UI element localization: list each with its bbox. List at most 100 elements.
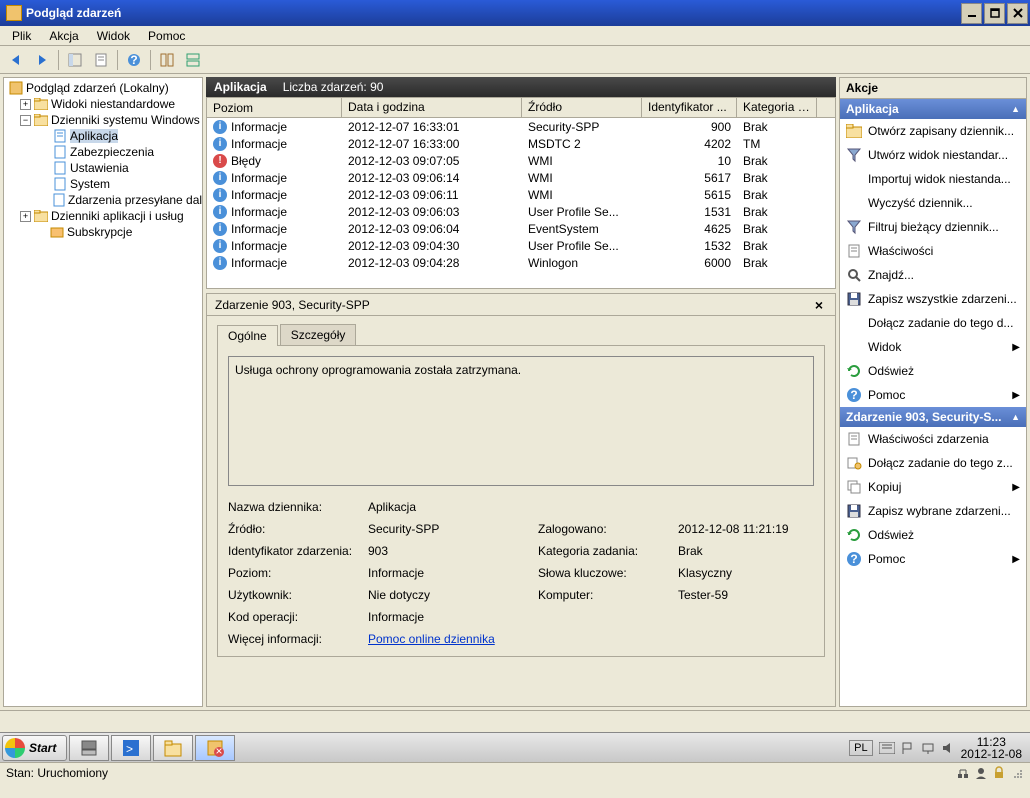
action-item[interactable]: Zapisz wybrane zdarzeni... [840,499,1026,523]
minimize-button[interactable] [961,3,982,24]
action-item[interactable]: ?Pomoc▶ [840,383,1026,407]
col-category[interactable]: Kategoria zad... [737,98,817,117]
action-item[interactable]: Filtruj bieżący dziennik... [840,215,1026,239]
grid-body[interactable]: iInformacje2012-12-07 16:33:01Security-S… [207,118,835,288]
toolbar-layout1-button[interactable] [155,48,179,72]
tree-security[interactable]: Zabezpieczenia [6,144,200,160]
value-user: Nie dotyczy [368,588,538,602]
toolbar-layout2-button[interactable] [181,48,205,72]
close-button[interactable] [1007,3,1028,24]
action-item[interactable]: Właściwości [840,239,1026,263]
action-item[interactable]: Importuj widok niestanda... [840,167,1026,191]
tree-subscriptions[interactable]: Subskrypcje [6,224,200,240]
col-date[interactable]: Data i godzina [342,98,522,117]
tray-volume-icon[interactable] [941,741,955,755]
action-item[interactable]: Odśwież [840,523,1026,547]
taskbar-app-eventviewer[interactable]: × [195,735,235,761]
table-row[interactable]: iInformacje2012-12-03 09:04:28Winlogon60… [207,254,835,271]
tree-root[interactable]: Podgląd zdarzeń (Lokalny) [6,80,200,96]
action-item[interactable]: Utwórz widok niestandar... [840,143,1026,167]
info-icon: i [213,137,227,151]
action-item[interactable]: Dołącz zadanie do tego d... [840,311,1026,335]
action-item[interactable]: Zapisz wszystkie zdarzeni... [840,287,1026,311]
tray-flag-icon[interactable] [901,741,915,755]
action-item[interactable]: Odśwież [840,359,1026,383]
action-item[interactable]: Znajdź... [840,263,1026,287]
col-level[interactable]: Poziom [207,98,342,117]
status-resize-grip[interactable] [1010,766,1024,780]
tree-panel: Podgląd zdarzeń (Lokalny) + Widoki niest… [3,77,203,707]
help-icon: ? [846,551,862,567]
tray-clock[interactable]: 11:23 2012-12-08 [961,736,1022,760]
action-item[interactable]: Kopiuj▶ [840,475,1026,499]
blank-icon [846,171,862,187]
table-row[interactable]: iInformacje2012-12-03 09:04:30User Profi… [207,237,835,254]
action-item[interactable]: Widok▶ [840,335,1026,359]
action-item[interactable]: Właściwości zdarzenia [840,427,1026,451]
chevron-right-icon: ▶ [1012,482,1020,493]
tree-custom-views[interactable]: + Widoki niestandardowe [6,96,200,112]
expand-icon[interactable]: + [20,211,31,222]
actions-title: Akcje [839,77,1027,98]
help-link[interactable]: Pomoc online dziennika [368,632,495,646]
statusbar-sep [0,710,1030,732]
col-source[interactable]: Źródło [522,98,642,117]
value-logged: 2012-12-08 11:21:19 [678,522,835,536]
label-log-name: Nazwa dziennika: [228,500,368,514]
taskbar-pinned-explorer[interactable] [153,735,193,761]
menu-action[interactable]: Akcja [41,27,86,45]
blank-icon [846,339,862,355]
tree-app-services[interactable]: + Dzienniki aplikacji i usług [6,208,200,224]
find-icon [846,267,862,283]
toolbar-properties-button[interactable] [89,48,113,72]
menu-view[interactable]: Widok [89,27,138,45]
table-row[interactable]: !Błędy2012-12-03 09:07:05WMI10Brak [207,152,835,169]
action-item[interactable]: ?Pomoc▶ [840,547,1026,571]
menu-help[interactable]: Pomoc [140,27,193,45]
tree-system[interactable]: System [6,176,200,192]
tray-language[interactable]: PL [849,740,872,756]
start-button[interactable]: Start [2,735,67,761]
maximize-button[interactable] [984,3,1005,24]
collapse-icon[interactable]: − [20,115,31,126]
value-task-cat: Brak [678,544,835,558]
label-computer: Komputer: [538,588,678,602]
value-level: Informacje [368,566,538,580]
tree-setup[interactable]: Ustawienia [6,160,200,176]
tab-general[interactable]: Ogólne [217,325,278,346]
tab-details[interactable]: Szczegóły [280,324,357,345]
table-row[interactable]: iInformacje2012-12-03 09:06:03User Profi… [207,203,835,220]
detail-close-button[interactable]: × [811,297,827,313]
nav-forward-button[interactable] [30,48,54,72]
tree-windows-logs[interactable]: − Dzienniki systemu Windows [6,112,200,128]
folder-icon [33,112,49,128]
table-row[interactable]: iInformacje2012-12-03 09:06:04EventSyste… [207,220,835,237]
table-row[interactable]: iInformacje2012-12-07 16:33:00MSDTC 2420… [207,135,835,152]
table-row[interactable]: iInformacje2012-12-03 09:06:11WMI5615Bra… [207,186,835,203]
chevron-right-icon: ▶ [1012,390,1020,401]
tree-application[interactable]: Aplikacja [6,128,200,144]
expand-icon[interactable]: + [20,99,31,110]
svg-text:?: ? [130,53,137,67]
tray-keyboard-icon[interactable] [879,742,895,754]
toolbar-help-button[interactable]: ? [122,48,146,72]
col-id[interactable]: Identyfikator ... [642,98,737,117]
tree-forwarded[interactable]: Zdarzenia przesyłane dalej [6,192,200,208]
toolbar-show-tree-button[interactable] [63,48,87,72]
action-item[interactable]: Otwórz zapisany dziennik... [840,119,1026,143]
nav-back-button[interactable] [4,48,28,72]
table-row[interactable]: iInformacje2012-12-07 16:33:01Security-S… [207,118,835,135]
action-item[interactable]: Wyczyść dziennik... [840,191,1026,215]
status-user-icon [974,766,988,780]
save-icon [846,291,862,307]
actions-section-app[interactable]: Aplikacja ▲ [840,99,1026,119]
tray-network-icon[interactable] [921,741,935,755]
taskbar: Start > × PL 11:23 2012-12-08 [0,732,1030,762]
table-row[interactable]: iInformacje2012-12-03 09:06:14WMI5617Bra… [207,169,835,186]
toolbar-separator [150,50,151,70]
taskbar-pinned-powershell[interactable]: > [111,735,151,761]
actions-section-event[interactable]: Zdarzenie 903, Security-S... ▲ [840,407,1026,427]
action-item[interactable]: Dołącz zadanie do tego z... [840,451,1026,475]
taskbar-pinned-server[interactable] [69,735,109,761]
menu-file[interactable]: Plik [4,27,39,45]
